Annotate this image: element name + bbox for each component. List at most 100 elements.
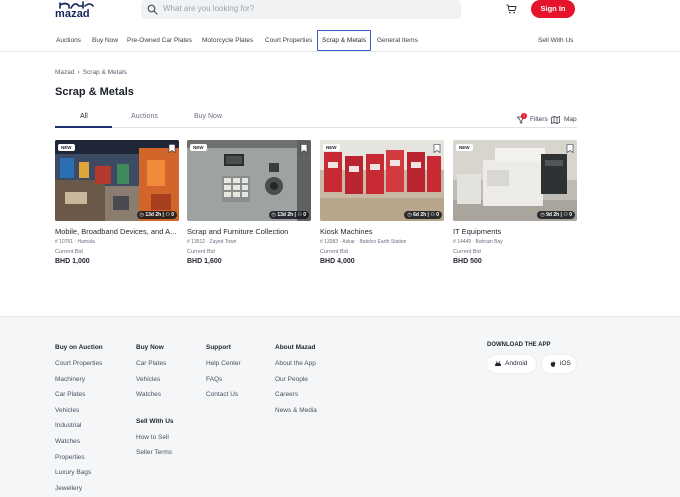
nav-sell-with-us[interactable]: Sell With Us xyxy=(538,30,573,51)
footer-heading: Support xyxy=(206,344,231,351)
header: mazad What are you looking for? Sign In xyxy=(0,0,680,30)
listing-price: BHD 1,000 xyxy=(55,258,90,265)
footer-link[interactable]: Properties xyxy=(55,454,103,470)
footer-link[interactable]: Our People xyxy=(275,376,317,392)
bookmark-icon[interactable] xyxy=(168,144,176,153)
footer-heading: Buy on Auction xyxy=(55,344,103,351)
nav-court-properties[interactable]: Court Properties xyxy=(265,30,312,51)
bid-label: Current Bid xyxy=(187,249,215,255)
footer: Buy on Auction Court Properties Machiner… xyxy=(0,316,680,497)
time-left: 13d 2h xyxy=(145,212,162,218)
sign-in-button[interactable]: Sign In xyxy=(531,0,575,18)
countdown-badge: ◷ 9d 2h | ⚇ 0 xyxy=(537,211,575,219)
ios-app-button[interactable]: iOS xyxy=(542,355,576,373)
time-left: 6d 2h xyxy=(413,212,427,218)
active-tab-indicator xyxy=(55,126,112,128)
footer-link[interactable]: Luxury Bags xyxy=(55,469,103,485)
footer-heading: Buy Now xyxy=(136,344,164,351)
bid-label: Current Bid xyxy=(55,249,83,255)
tab-all[interactable]: All xyxy=(80,113,88,120)
bid-count: 0 xyxy=(303,212,306,218)
footer-link[interactable]: News & Media xyxy=(275,407,317,423)
cart-icon[interactable] xyxy=(506,4,517,14)
listing-price: BHD 500 xyxy=(453,258,482,265)
listing-image[interactable]: NEW ◷ 13d 2h | ⚇ 0 xyxy=(55,140,179,221)
footer-link[interactable]: Jewellery xyxy=(55,485,103,497)
ios-label: iOS xyxy=(560,360,571,367)
footer-link[interactable]: Car Plates xyxy=(55,391,103,407)
map-button[interactable]: Map xyxy=(564,116,577,123)
nav-buy-now[interactable]: Buy Now xyxy=(92,30,118,51)
listing-meta: # 10761 · Hamala xyxy=(55,239,95,245)
footer-link[interactable]: Machinery xyxy=(55,376,103,392)
bid-count: 0 xyxy=(171,212,174,218)
footer-link[interactable]: Court Properties xyxy=(55,360,103,376)
footer-link[interactable]: About the App xyxy=(275,360,317,376)
footer-link[interactable]: Help Center xyxy=(206,360,241,376)
footer-column-buy-now: Buy Now Car Plates Vehicles Watches Sell… xyxy=(136,344,174,465)
footer-link[interactable]: Contact Us xyxy=(206,391,241,407)
tab-buy-now[interactable]: Buy Now xyxy=(194,113,222,120)
search-icon xyxy=(147,4,158,15)
listing-meta: # 14449 · Bahrain Bay xyxy=(453,239,503,245)
listing-image[interactable]: NEW ◷ 9d 2h | ⚇ 0 xyxy=(453,140,577,221)
footer-link[interactable]: Vehicles xyxy=(55,407,103,423)
listing-meta: # 13512 · Zayed Town xyxy=(187,239,237,245)
breadcrumb: Mazad › Scrap & Metals xyxy=(55,69,130,76)
bid-count: 0 xyxy=(569,212,572,218)
footer-heading: About Mazad xyxy=(275,344,316,351)
nav-general-items[interactable]: General Items xyxy=(377,30,418,51)
filters-button[interactable]: Filters xyxy=(530,116,548,123)
footer-link[interactable]: Watches xyxy=(55,438,103,454)
footer-column-buy-on-auction: Buy on Auction Court Properties Machiner… xyxy=(55,344,103,497)
time-left: 13d 2h xyxy=(277,212,294,218)
footer-link[interactable]: How to Sell xyxy=(136,434,174,450)
page-title: Scrap & Metals xyxy=(55,86,134,98)
listing-image[interactable]: NEW ◷ 13d 2h | ⚇ 0 xyxy=(187,140,311,221)
time-left: 9d 2h xyxy=(546,212,560,218)
footer-link[interactable]: Car Plates xyxy=(136,360,174,376)
map-icon[interactable] xyxy=(551,116,560,124)
listing-card[interactable]: NEW ◷ 9d 2h | ⚇ 0 IT Equipments # 14449 … xyxy=(453,140,577,265)
tab-auctions[interactable]: Auctions xyxy=(131,113,158,120)
logo-text: mazad xyxy=(55,8,90,20)
bid-label: Current Bid xyxy=(453,249,481,255)
footer-link[interactable]: Seller Terms xyxy=(136,449,174,465)
download-app-heading: DOWNLOAD THE APP xyxy=(487,342,551,348)
breadcrumb-separator: › xyxy=(77,69,80,76)
listing-image[interactable]: NEW ◷ 6d 2h | ⚇ 0 xyxy=(320,140,444,221)
apple-icon xyxy=(550,360,556,367)
listing-card[interactable]: NEW ◷ 13d 2h | ⚇ 0 Mobile, Broadband Dev… xyxy=(55,140,179,265)
nav-motorcycle-plates[interactable]: Motorcycle Plates xyxy=(202,30,253,51)
android-icon xyxy=(495,360,501,366)
android-app-button[interactable]: Android xyxy=(487,355,536,373)
mazad-logo[interactable]: mazad xyxy=(55,1,97,20)
listing-price: BHD 1,600 xyxy=(187,258,222,265)
footer-link[interactable]: Industrial xyxy=(55,422,103,438)
bookmark-icon[interactable] xyxy=(566,144,574,153)
listing-card[interactable]: NEW ◷ 13d 2h | ⚇ 0 Scrap and Furniture C… xyxy=(187,140,311,265)
new-badge: NEW xyxy=(456,144,473,151)
search-bar[interactable]: What are you looking for? xyxy=(141,0,461,19)
listing-title[interactable]: Scrap and Furniture Collection xyxy=(187,227,311,236)
listing-meta: # 13383 · Askar · Batelco Earth Station xyxy=(320,239,407,245)
listing-title[interactable]: Mobile, Broadband Devices, and A... xyxy=(55,227,179,236)
listing-card[interactable]: NEW ◷ 6d 2h | ⚇ 0 Kiosk Machines # 13383… xyxy=(320,140,444,265)
footer-link[interactable]: Vehicles xyxy=(136,376,174,392)
listing-title[interactable]: Kiosk Machines xyxy=(320,227,444,236)
breadcrumb-home[interactable]: Mazad xyxy=(55,69,75,76)
category-nav: Auctions Buy Now Pre-Owned Car Plates Mo… xyxy=(0,30,680,52)
new-badge: NEW xyxy=(190,144,207,151)
nav-scrap-metals[interactable]: Scrap & Metals xyxy=(317,30,372,51)
listing-tabs: All Auctions Buy Now xyxy=(55,110,577,128)
footer-link[interactable]: FAQs xyxy=(206,376,241,392)
search-input[interactable]: What are you looking for? xyxy=(163,4,254,13)
bookmark-icon[interactable] xyxy=(433,144,441,153)
listing-title[interactable]: IT Equipments xyxy=(453,227,577,236)
bid-label: Current Bid xyxy=(320,249,348,255)
bookmark-icon[interactable] xyxy=(300,144,308,153)
nav-pre-owned-car-plates[interactable]: Pre-Owned Car Plates xyxy=(127,30,192,51)
footer-link[interactable]: Watches xyxy=(136,391,174,407)
footer-link[interactable]: Careers xyxy=(275,391,317,407)
nav-auctions[interactable]: Auctions xyxy=(56,30,81,51)
